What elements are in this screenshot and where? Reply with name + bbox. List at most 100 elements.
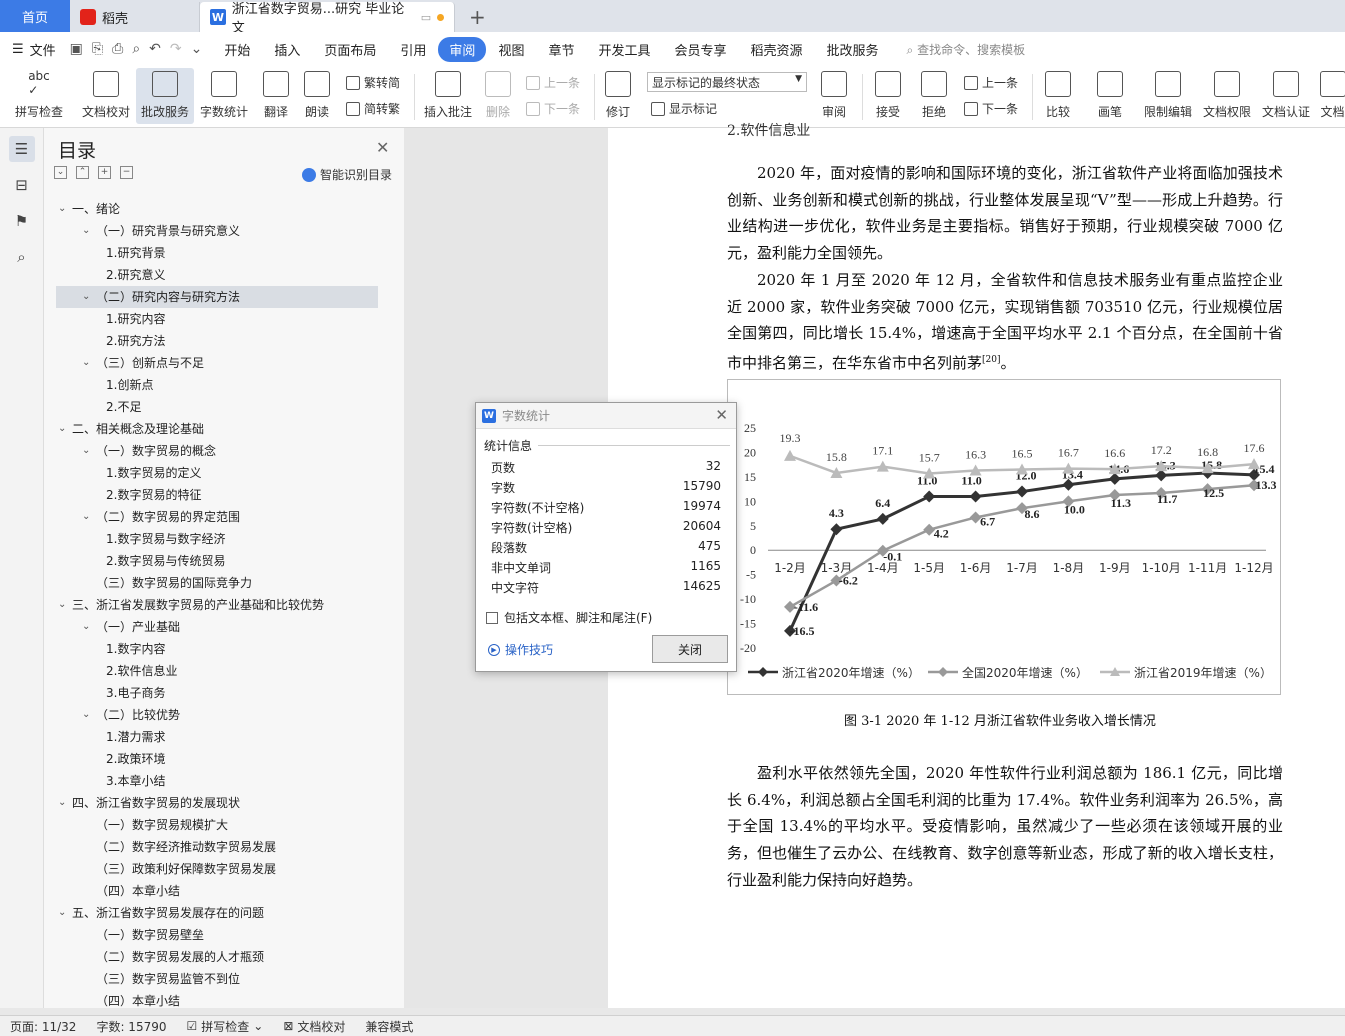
close-icon[interactable]: ✕ [715,406,728,424]
restrict-edit-button[interactable]: 限制编辑 [1140,68,1196,124]
toc-item[interactable]: 1.潜力需求 [56,726,378,748]
next-comment-button[interactable]: 下一条 [526,100,580,117]
menu-tab-5[interactable]: 视图 [486,40,536,59]
revise-service-button[interactable]: 批改服务 [136,68,194,124]
chevron-down-icon[interactable]: ⌄ [82,506,90,528]
reject-button[interactable]: 拒绝 [914,68,954,124]
menu-tab-8[interactable]: 会员专享 [662,40,738,59]
toc-item[interactable]: 3.电子商务 [56,682,378,704]
toc-item[interactable]: （一）数字贸易规模扩大 [56,814,378,836]
chapter-nav-icon[interactable]: ⊟ [9,172,35,198]
toc-item[interactable]: ⌄ （一）数字贸易的概念 [56,440,378,462]
menu-tab-7[interactable]: 开发工具 [586,40,662,59]
word-count-button[interactable]: 字数统计 [197,68,251,124]
toc-item[interactable]: ⌄ 四、浙江省数字贸易的发展现状 [56,792,378,814]
add-heading-icon[interactable]: + [98,166,111,179]
doc-check-status[interactable]: ⊠ 文档校对 [273,1018,355,1035]
toc-item[interactable]: ⌄ 三、浙江省发展数字贸易的产业基础和比较优势 [56,594,378,616]
toc-item[interactable]: （三）数字贸易的国际竞争力 [56,572,378,594]
review-pane-button[interactable]: 审阅 [814,68,854,124]
word-count-indicator[interactable]: 字数: 15790 [86,1018,176,1035]
chevron-down-icon[interactable]: ⌄ [58,792,66,814]
markup-state-select[interactable]: 显示标记的最终状态 ▼ [647,72,807,92]
prev-change-button[interactable]: 上一条 [964,74,1018,91]
chevron-down-icon[interactable]: ⌄ [58,198,66,220]
close-button[interactable]: 关闭 [652,635,728,663]
menu-tab-3[interactable]: 引用 [388,40,438,59]
toc-item[interactable]: 2.不足 [56,396,378,418]
menu-tab-2[interactable]: 页面布局 [312,40,388,59]
menu-tab-10[interactable]: 批改服务 [815,40,891,59]
save-icon[interactable]: ▣ [70,41,83,57]
toc-item[interactable]: 1.数字贸易与数字经济 [56,528,378,550]
toc-item[interactable]: 2.政策环境 [56,748,378,770]
chevron-down-icon[interactable]: ⌄ [58,594,66,616]
remove-heading-icon[interactable]: − [120,166,133,179]
toc-item[interactable]: 1.研究背景 [56,242,378,264]
tab-document[interactable]: W 浙江省数字贸易...研究 毕业论文 ▭ [200,2,455,36]
tips-link[interactable]: ▶ 操作技巧 [488,641,553,658]
menu-tab-0[interactable]: 开始 [212,40,262,59]
toc-item[interactable]: （三）政策利好保障数字贸易发展 [56,858,378,880]
toc-item[interactable]: ⌄ 五、浙江省数字贸易发展存在的问题 [56,902,378,924]
checkbox-box[interactable] [486,611,498,624]
new-tab-button[interactable]: + [455,2,500,32]
chevron-down-icon[interactable]: ⌄ [82,286,90,308]
toc-item[interactable]: 2.软件信息业 [56,660,378,682]
menu-tab-6[interactable]: 章节 [536,40,586,59]
hamburger-icon[interactable]: ☰ [12,42,24,57]
tab-home[interactable]: 首页 [0,0,70,32]
menu-tab-9[interactable]: 稻壳资源 [739,40,815,59]
chevron-down-icon[interactable]: ⌄ [82,440,90,462]
toc-item[interactable]: （二）数字经济推动数字贸易发展 [56,836,378,858]
toc-item[interactable]: ⌄ （二）数字贸易的界定范围 [56,506,378,528]
toc-item[interactable]: 1.数字内容 [56,638,378,660]
toc-item[interactable]: 2.研究方法 [56,330,378,352]
chevron-down-icon[interactable]: ⌄ [58,902,66,924]
chevron-down-icon[interactable]: ⌄ [82,220,90,242]
spell-check-button[interactable]: abc ✓ 拼写检查 [10,68,68,124]
toc-item[interactable]: 1.研究内容 [56,308,378,330]
chevron-down-icon[interactable]: ⌄ [82,616,90,638]
toc-item[interactable]: 1.数字贸易的定义 [56,462,378,484]
doc-check-button[interactable]: 文档校对 [78,68,134,124]
monitor-icon[interactable]: ▭ [421,11,431,24]
menu-tab-4[interactable]: 审阅 [438,36,487,62]
print-preview-icon[interactable]: ⌕ [132,41,140,57]
page-indicator[interactable]: 页面: 11/32 [0,1018,86,1035]
doc-certify-button[interactable]: 文档认证 [1258,68,1314,124]
bookmark-icon[interactable]: ⚑ [9,208,35,234]
toc-item[interactable]: ⌄ （二）研究内容与研究方法 [56,286,378,308]
pen-button[interactable]: 画笔 [1092,68,1128,124]
toc-item[interactable]: ⌄ 一、绪论 [56,198,378,220]
tab-daoke[interactable]: 稻壳 [70,2,200,32]
toc-item[interactable]: 3.本章小结 [56,770,378,792]
close-icon[interactable]: ✕ [376,138,389,157]
trad-to-simp-button[interactable]: 繁转简 [346,74,400,91]
toc-item[interactable]: 2.数字贸易与传统贸易 [56,550,378,572]
toc-panel-icon[interactable]: ☰ [8,136,35,162]
simp-to-trad-button[interactable]: 简转繁 [346,100,400,117]
read-aloud-button[interactable]: 朗读 [300,68,334,124]
search-icon[interactable]: ⌕ [9,244,35,270]
toc-item[interactable]: 2.研究意义 [56,264,378,286]
menu-file[interactable]: 文件 [30,40,56,59]
print-icon[interactable]: ⎙ [112,41,123,57]
chevron-down-icon[interactable]: ⌄ [82,704,90,726]
toc-item[interactable]: 1.创新点 [56,374,378,396]
prev-comment-button[interactable]: 上一条 [526,74,580,91]
chevron-down-icon[interactable]: ⌄ [58,418,66,440]
delete-comment-button[interactable]: 删除 [480,68,516,124]
toc-item[interactable]: 2.数字贸易的特征 [56,484,378,506]
spell-check-status[interactable]: ☑ 拼写检查 ⌄ [177,1018,274,1035]
track-changes-button[interactable]: 修订 [600,68,636,124]
toc-item[interactable]: ⌄ （一）产业基础 [56,616,378,638]
show-markup-button[interactable]: 显示标记 [651,100,717,117]
doc-more-button[interactable]: 文档 [1320,68,1345,124]
chevron-down-icon[interactable]: ⌄ [82,352,90,374]
compare-button[interactable]: 比较 [1038,68,1078,124]
toc-item[interactable]: ⌄ 二、相关概念及理论基础 [56,418,378,440]
undo-icon[interactable]: ↶ [149,41,161,57]
command-search[interactable]: ⌕ 查找命令、搜索模板 [891,41,1026,58]
toc-item[interactable]: （四）本章小结 [56,990,378,1012]
